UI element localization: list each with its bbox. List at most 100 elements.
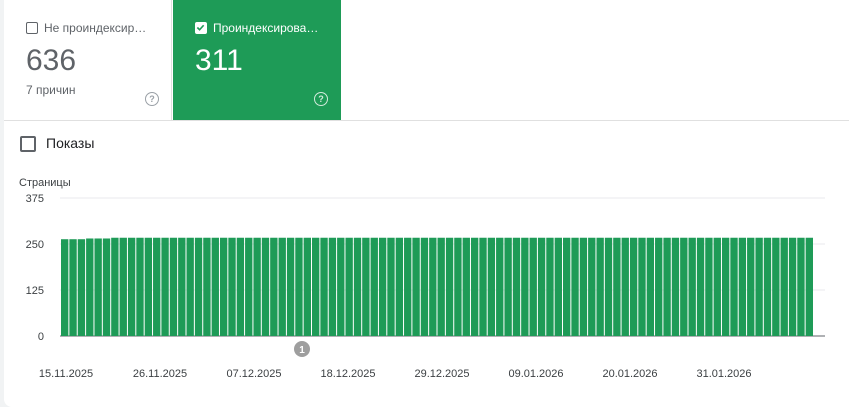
bar[interactable] <box>445 237 454 336</box>
bar[interactable] <box>370 237 378 336</box>
bar[interactable] <box>629 237 638 336</box>
bar[interactable] <box>512 237 521 336</box>
shows-checkbox[interactable] <box>20 136 36 152</box>
bar[interactable] <box>805 237 813 336</box>
bar[interactable] <box>295 237 303 336</box>
tile-not-indexed-reasons: 7 причин <box>26 83 76 97</box>
bar[interactable] <box>420 237 429 336</box>
bar[interactable] <box>696 237 705 336</box>
bar[interactable] <box>102 238 111 336</box>
help-circle-icon[interactable]: ? <box>145 92 159 106</box>
bar[interactable] <box>278 237 286 336</box>
bar[interactable] <box>772 237 780 336</box>
bar[interactable] <box>328 237 337 336</box>
bar[interactable] <box>86 238 94 336</box>
x-tick-label: 18.12.2025 <box>320 368 375 380</box>
bar[interactable] <box>604 237 613 336</box>
bar[interactable] <box>721 237 730 336</box>
bar[interactable] <box>94 238 102 336</box>
bar[interactable] <box>203 237 211 336</box>
bar[interactable] <box>521 237 529 336</box>
bar[interactable] <box>219 237 228 336</box>
bar[interactable] <box>479 237 487 336</box>
bar[interactable] <box>671 237 680 336</box>
bar[interactable] <box>496 237 504 336</box>
bar[interactable] <box>646 237 655 336</box>
bar[interactable] <box>270 237 278 336</box>
bar[interactable] <box>194 237 203 336</box>
bar[interactable] <box>747 237 755 336</box>
bar[interactable] <box>77 239 86 336</box>
help-circle-icon[interactable]: ? <box>314 92 328 106</box>
bar[interactable] <box>487 237 496 336</box>
bar[interactable] <box>730 237 738 336</box>
bar[interactable] <box>680 237 688 336</box>
tile-indexed[interactable]: Проиндексирова… 311 ? <box>173 0 341 120</box>
bar[interactable] <box>261 237 270 336</box>
bar[interactable] <box>563 237 571 336</box>
bar[interactable] <box>529 237 537 336</box>
bar[interactable] <box>178 237 186 336</box>
bar[interactable] <box>613 237 621 336</box>
bar[interactable] <box>579 237 588 336</box>
bar[interactable] <box>554 237 562 336</box>
bar[interactable] <box>688 237 696 336</box>
bar[interactable] <box>69 239 77 336</box>
bar[interactable] <box>596 237 604 336</box>
bar[interactable] <box>236 237 245 336</box>
bar[interactable] <box>320 237 328 336</box>
bar[interactable] <box>245 237 253 336</box>
bar[interactable] <box>312 237 320 336</box>
tile-not-indexed[interactable]: Не проиндексир… 636 7 причин ? <box>4 0 172 120</box>
bar[interactable] <box>253 237 261 336</box>
bar[interactable] <box>763 237 772 336</box>
bar[interactable] <box>337 237 345 336</box>
bar[interactable] <box>780 237 788 336</box>
bar[interactable] <box>663 237 671 336</box>
bar[interactable] <box>537 237 546 336</box>
bar[interactable] <box>119 237 127 336</box>
bar[interactable] <box>404 237 412 336</box>
bar[interactable] <box>395 237 404 336</box>
not-indexed-checkbox[interactable] <box>26 22 38 34</box>
bar[interactable] <box>378 237 387 336</box>
bar[interactable] <box>353 237 362 336</box>
indexed-checkbox[interactable] <box>195 22 207 34</box>
bar[interactable] <box>303 237 311 336</box>
bar[interactable] <box>454 237 462 336</box>
bar[interactable] <box>713 237 721 336</box>
bar[interactable] <box>345 237 353 336</box>
bar[interactable] <box>470 237 479 336</box>
bar[interactable] <box>61 239 69 336</box>
bar[interactable] <box>571 237 579 336</box>
bar[interactable] <box>546 237 554 336</box>
bar[interactable] <box>286 237 295 336</box>
bar[interactable] <box>161 237 169 336</box>
bar[interactable] <box>429 237 437 336</box>
bar[interactable] <box>211 237 219 336</box>
bar[interactable] <box>153 237 161 336</box>
bar[interactable] <box>136 237 144 336</box>
bar[interactable] <box>705 237 713 336</box>
bar[interactable] <box>462 237 470 336</box>
bar[interactable] <box>788 237 797 336</box>
bar[interactable] <box>186 237 194 336</box>
bar[interactable] <box>797 237 805 336</box>
bar[interactable] <box>504 237 512 336</box>
bar[interactable] <box>228 237 236 336</box>
bar[interactable] <box>362 237 370 336</box>
bar[interactable] <box>144 237 153 336</box>
bar[interactable] <box>387 237 395 336</box>
bar[interactable] <box>127 237 136 336</box>
bar[interactable] <box>638 237 646 336</box>
bar[interactable] <box>437 237 445 336</box>
bar[interactable] <box>655 237 663 336</box>
bar[interactable] <box>621 237 629 336</box>
bar[interactable] <box>755 237 763 336</box>
x-tick-label: 09.01.2026 <box>508 368 563 380</box>
bar[interactable] <box>169 237 178 336</box>
bar[interactable] <box>588 237 596 336</box>
bar[interactable] <box>738 237 747 336</box>
bar[interactable] <box>412 237 420 336</box>
bar[interactable] <box>111 237 119 336</box>
